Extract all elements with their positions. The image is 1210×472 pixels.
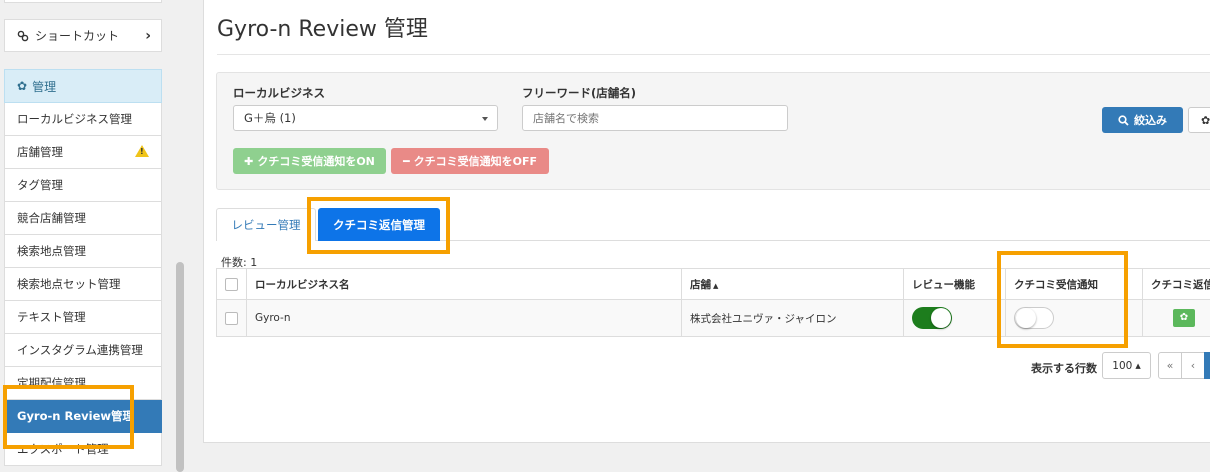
sidebar-item-label: 店舗管理	[17, 145, 63, 159]
sidebar-menu: ✿ 管理 ローカルビジネス管理 店舗管理 ! タグ管理 競合店舗管理 検索地点管…	[4, 69, 162, 466]
prev-page-icon: ‹	[1190, 359, 1196, 372]
gear-icon: ✿	[1201, 113, 1210, 127]
warning-mark: !	[140, 147, 144, 156]
rows-per-page-select[interactable]: 100 ▲	[1102, 352, 1151, 379]
reset-button[interactable]: ✿	[1188, 107, 1210, 133]
col-label: ローカルビジネス名	[255, 278, 350, 291]
plus-icon: ✚	[244, 154, 254, 168]
first-page-icon: «	[1166, 359, 1174, 372]
chevron-right-icon: ›	[145, 27, 151, 44]
caret-down-icon	[482, 117, 488, 121]
gear-icon: ✿	[17, 79, 28, 93]
col-label: レビュー機能	[912, 278, 975, 291]
review-feature-cell	[903, 299, 1006, 337]
sort-asc-icon: ▲	[713, 281, 719, 290]
col-notify[interactable]: クチコミ受信通知	[1005, 268, 1143, 300]
toggle-knob	[931, 308, 951, 328]
filter-panel: ローカルビジネス フリーワード(店舗名) G＋烏 (1) 絞込み ✿ ✚ クチコ…	[216, 72, 1210, 190]
sidebar-item-export[interactable]: エクスポート管理	[4, 433, 162, 466]
col-business[interactable]: ローカルビジネス名	[246, 268, 682, 300]
sidebar-item-search-point-set[interactable]: 検索地点セット管理	[4, 268, 162, 301]
business-label: ローカルビジネス	[233, 86, 325, 100]
sidebar-section-admin[interactable]: ✿ 管理	[4, 69, 162, 103]
sidebar-scrollbar[interactable]	[176, 262, 184, 472]
table-row: Gyro-n 株式会社ユニヴァ・ジャイロン ✿	[216, 299, 1210, 337]
toggle-knob	[1016, 308, 1036, 328]
rows-per-page-value: 100	[1112, 359, 1133, 372]
sidebar-item-label: 検索地点セット管理	[17, 277, 121, 291]
select-all-cell	[216, 268, 247, 300]
notify-toggle[interactable]	[1014, 307, 1054, 329]
business-select[interactable]: G＋烏 (1)	[233, 105, 498, 131]
sidebar-item-label: テキスト管理	[17, 310, 86, 324]
row-checkbox[interactable]	[225, 311, 238, 325]
sidebar-item-label: エクスポート管理	[17, 442, 109, 456]
notify-on-label: クチコミ受信通知をON	[257, 155, 375, 168]
sidebar-item-label: Gyro-n Review管理	[17, 409, 134, 423]
pager-first-button[interactable]: «	[1158, 352, 1182, 379]
sidebar-top-item[interactable]	[4, 0, 162, 3]
title-divider	[217, 54, 1210, 55]
sidebar-shortcut-label: ショートカット	[35, 29, 120, 43]
keyword-label: フリーワード(店舗名)	[522, 86, 637, 100]
col-store[interactable]: 店舗 ▲	[681, 268, 904, 300]
search-button[interactable]: 絞込み	[1102, 107, 1183, 133]
warning-icon: !	[135, 145, 149, 157]
sidebar-item-competitor[interactable]: 競合店舗管理	[4, 202, 162, 235]
sidebar-item-label: 検索地点管理	[17, 244, 86, 258]
col-label: クチコミ返信	[1151, 278, 1210, 291]
col-reply[interactable]: クチコミ返信	[1142, 268, 1210, 300]
search-button-label: 絞込み	[1134, 114, 1167, 127]
store-cell: 株式会社ユニヴァ・ジャイロン	[681, 299, 904, 337]
sidebar-shortcut[interactable]: ショートカット ›	[4, 19, 162, 52]
search-icon	[1118, 114, 1129, 126]
sidebar-item-label: 競合店舗管理	[17, 211, 86, 225]
tab-label: レビュー管理	[231, 218, 301, 232]
row-select-cell	[216, 299, 247, 337]
minus-icon: ━	[402, 154, 410, 168]
sidebar-item-label: 定期配信管理	[17, 376, 86, 390]
sidebar-item-label: タグ管理	[17, 178, 63, 192]
review-table: ローカルビジネス名 店舗 ▲ レビュー機能 クチコミ受信通知 クチコミ返信 Gyr…	[216, 268, 1210, 337]
business-cell: Gyro-n	[246, 299, 682, 337]
review-feature-toggle[interactable]	[912, 307, 952, 329]
reply-cell: ✿	[1142, 299, 1210, 337]
notify-off-label: クチコミ受信通知をOFF	[413, 155, 537, 168]
notify-off-button[interactable]: ━ クチコミ受信通知をOFF	[391, 148, 549, 174]
col-label: クチコミ受信通知	[1014, 278, 1098, 291]
page-title: Gyro-n Review 管理	[217, 17, 428, 42]
sidebar-item-scheduled[interactable]: 定期配信管理	[4, 367, 162, 400]
pager-current-page[interactable]	[1204, 352, 1210, 379]
gear-icon: ✿	[1179, 312, 1189, 323]
sidebar-item-label: ローカルビジネス管理	[17, 112, 132, 126]
main-panel: Gyro-n Review 管理 ローカルビジネス フリーワード(店舗名) G＋…	[203, 0, 1210, 443]
table-header-row: ローカルビジネス名 店舗 ▲ レビュー機能 クチコミ受信通知 クチコミ返信	[216, 268, 1210, 300]
sidebar-item-store[interactable]: 店舗管理 !	[4, 136, 162, 169]
select-all-checkbox[interactable]	[225, 277, 238, 291]
sidebar-item-gyro-n-review[interactable]: Gyro-n Review管理	[4, 400, 162, 433]
tab-reply[interactable]: クチコミ返信管理	[318, 208, 440, 241]
link-icon	[17, 30, 29, 41]
sidebar-section-label: 管理	[32, 79, 57, 94]
caret-up-icon: ▲	[1135, 361, 1141, 370]
sidebar-item-search-point[interactable]: 検索地点管理	[4, 235, 162, 268]
notify-cell	[1005, 299, 1143, 337]
sidebar-item-local-business[interactable]: ローカルビジネス管理	[4, 103, 162, 136]
tab-review[interactable]: レビュー管理	[216, 208, 316, 241]
col-review-feature[interactable]: レビュー機能	[903, 268, 1006, 300]
sidebar-item-label: インスタグラム連携管理	[17, 343, 143, 357]
sidebar: ショートカット › ✿ 管理 ローカルビジネス管理 店舗管理 ! タグ管理 競合…	[0, 0, 184, 472]
keyword-input[interactable]	[522, 105, 788, 131]
sidebar-item-instagram[interactable]: インスタグラム連携管理	[4, 334, 162, 367]
pager-prev-button[interactable]: ‹	[1181, 352, 1205, 379]
business-select-value: G＋烏 (1)	[244, 111, 296, 125]
tab-label: クチコミ返信管理	[333, 217, 425, 232]
reply-settings-button[interactable]: ✿	[1173, 309, 1195, 327]
rows-per-page-label: 表示する行数	[1031, 362, 1097, 375]
col-label: 店舗	[690, 278, 711, 291]
sidebar-item-tag[interactable]: タグ管理	[4, 169, 162, 202]
sidebar-item-text[interactable]: テキスト管理	[4, 301, 162, 334]
notify-on-button[interactable]: ✚ クチコミ受信通知をON	[233, 148, 386, 174]
